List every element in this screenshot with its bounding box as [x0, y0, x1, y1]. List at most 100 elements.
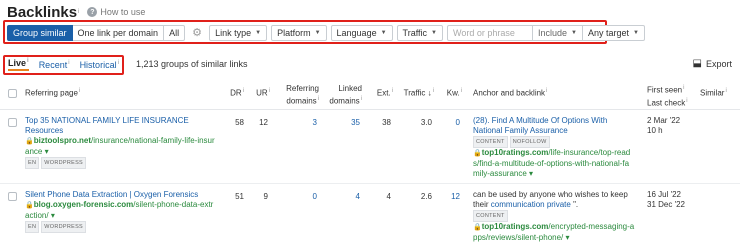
ext-value: 4	[386, 192, 391, 201]
last-check-value: 31 Dec '22	[647, 200, 685, 209]
tab-historical[interactable]: Historicali	[80, 60, 119, 70]
link-type-badge: CONTENT	[473, 136, 508, 148]
referring-page-url[interactable]: 🔒blog.oxygen-forensic.com/silent-phone-d…	[25, 200, 220, 221]
platform-dropdown[interactable]: Platform ▼	[271, 24, 327, 41]
chevron-down-icon[interactable]: ▾	[529, 169, 533, 178]
export-icon: ⬓	[692, 58, 702, 69]
info-icon: i	[432, 88, 434, 94]
dates-cell: 2 Mar '22 10 h	[647, 116, 680, 136]
search-input[interactable]: Word or phrase	[447, 24, 533, 41]
info-icon: i	[317, 96, 319, 102]
traffic-value: 3.0	[420, 118, 432, 127]
kw-value[interactable]: 12	[438, 192, 460, 201]
row-checkbox[interactable]	[8, 192, 17, 201]
chevron-down-icon: ▼	[314, 29, 321, 36]
first-seen-value: 2 Mar '22	[647, 116, 681, 125]
language-badge: EN	[25, 157, 40, 169]
info-icon: i	[360, 96, 362, 102]
ur-value: 12	[259, 118, 268, 127]
chevron-down-icon: ▼	[380, 29, 387, 36]
linked-domains-value[interactable]: 35	[322, 118, 360, 127]
info-icon: i	[391, 88, 393, 94]
referring-domains-value[interactable]: 3	[275, 118, 317, 127]
col-label: Ext.	[376, 88, 391, 98]
info-icon: i	[27, 58, 29, 64]
col-referring-domains[interactable]: Referring domainsi	[275, 83, 319, 107]
referring-page-title[interactable]: Top 35 NATIONAL FAMILY LIFE INSURANCE Res…	[25, 116, 220, 136]
col-label: Kw.	[446, 88, 460, 98]
search-group: Word or phrase Include ▼ Any target ▼	[447, 24, 645, 41]
col-traffic[interactable]: Traffic ↓i	[398, 88, 434, 98]
chevron-down-icon[interactable]: ▾	[51, 211, 55, 220]
backlink-url[interactable]: 🔒top10ratings.com/life-insurance/top-rea…	[473, 148, 641, 179]
language-dropdown[interactable]: Language ▼	[330, 24, 393, 41]
select-all-checkbox[interactable]	[8, 89, 17, 98]
referring-page-cell: Top 35 NATIONAL FAMILY LIFE INSURANCE Res…	[25, 116, 220, 169]
group-similar-button[interactable]: Group similar	[7, 24, 73, 41]
info-icon: i	[117, 59, 119, 66]
info-icon: i	[78, 88, 81, 94]
lock-icon: 🔒	[25, 202, 34, 209]
target-dropdown[interactable]: Any target ▼	[582, 24, 645, 41]
col-ur[interactable]: URi	[248, 88, 270, 98]
how-to-use-label: How to use	[100, 7, 146, 17]
tab-live[interactable]: Livei	[8, 58, 29, 71]
backlink-url[interactable]: 🔒top10ratings.com/encrypted-messaging-a p…	[473, 222, 641, 243]
anchor-link[interactable]: communication private	[491, 200, 571, 209]
col-label: Referring page	[25, 88, 78, 98]
anchor-text: can be used by anyone who wishes to keep…	[473, 190, 628, 209]
chevron-down-icon[interactable]: ▾	[45, 147, 49, 156]
language-badge: EN	[25, 221, 40, 233]
platform-badge: WORDPRESS	[41, 221, 87, 233]
kw-value[interactable]: 0	[438, 118, 460, 127]
col-label: First seen	[647, 85, 683, 95]
referring-page-url[interactable]: 🔒biztoolspro.net/insurance/national-fami…	[25, 136, 220, 157]
help-icon: ?	[87, 7, 98, 17]
platform-badge: WORDPRESS	[41, 157, 87, 169]
target-label: Any target	[587, 27, 630, 38]
link-type-dropdown[interactable]: Link type ▼	[209, 24, 268, 41]
groups-count: 1,213 groups of similar links	[136, 59, 248, 69]
export-button[interactable]: ⬓ Export	[693, 58, 732, 69]
col-similar[interactable]: Similari	[700, 88, 727, 98]
chevron-down-icon: ▼	[431, 29, 437, 36]
col-ext[interactable]: Ext.i	[368, 88, 393, 98]
grouping-toggle: Group similar One link per domain All	[7, 24, 186, 41]
anchor-text[interactable]: (28). Find A Multitude Of Options With Na…	[473, 116, 641, 136]
col-dr[interactable]: DRi	[222, 88, 244, 98]
title-info-icon[interactable]: i	[78, 9, 79, 15]
info-icon: i	[460, 88, 462, 94]
how-to-use-link[interactable]: ? How to use	[87, 7, 145, 17]
col-label: DR	[230, 88, 242, 98]
chevron-down-icon: ▼	[633, 29, 639, 36]
col-label: Traffic	[403, 88, 426, 98]
referring-domains-value[interactable]: 0	[275, 192, 317, 201]
chevron-down-icon[interactable]: ▾	[566, 233, 570, 242]
dr-value: 51	[235, 192, 244, 201]
tab-recent[interactable]: Recenti	[39, 60, 70, 70]
traffic-dropdown[interactable]: Traffic ▼	[396, 24, 443, 41]
anchor-backlink-cell: can be used by anyone who wishes to keep…	[473, 190, 641, 243]
col-first-seen-last-check[interactable]: First seeni Last checki	[647, 83, 688, 108]
row-checkbox[interactable]	[8, 118, 17, 127]
traffic-value: 2.6	[420, 192, 432, 201]
col-label: Similar	[700, 88, 725, 98]
info-icon: i	[268, 88, 270, 94]
lock-icon: 🔒	[25, 138, 34, 145]
link-type-badge: CONTENT	[473, 210, 508, 222]
last-check-value: 10 h	[647, 126, 663, 135]
info-icon: i	[546, 88, 548, 94]
lock-icon: 🔒	[473, 150, 482, 157]
col-kw[interactable]: Kw.i	[438, 88, 462, 98]
anchor-backlink-cell: (28). Find A Multitude Of Options With Na…	[473, 116, 641, 179]
col-anchor-backlink[interactable]: Anchor and backlinki	[473, 88, 547, 98]
gear-icon[interactable]: ⚙	[189, 25, 205, 41]
col-referring-page[interactable]: Referring pagei	[25, 88, 80, 98]
include-dropdown[interactable]: Include ▼	[533, 24, 583, 41]
one-link-per-domain-button[interactable]: One link per domain	[72, 24, 165, 41]
referring-page-title[interactable]: Silent Phone Data Extraction | Oxygen Fo…	[25, 190, 220, 200]
all-button[interactable]: All	[164, 24, 186, 41]
linked-domains-value[interactable]: 4	[322, 192, 360, 201]
col-linked-domains[interactable]: Linked domainsi	[322, 83, 362, 107]
info-icon: i	[68, 59, 70, 66]
